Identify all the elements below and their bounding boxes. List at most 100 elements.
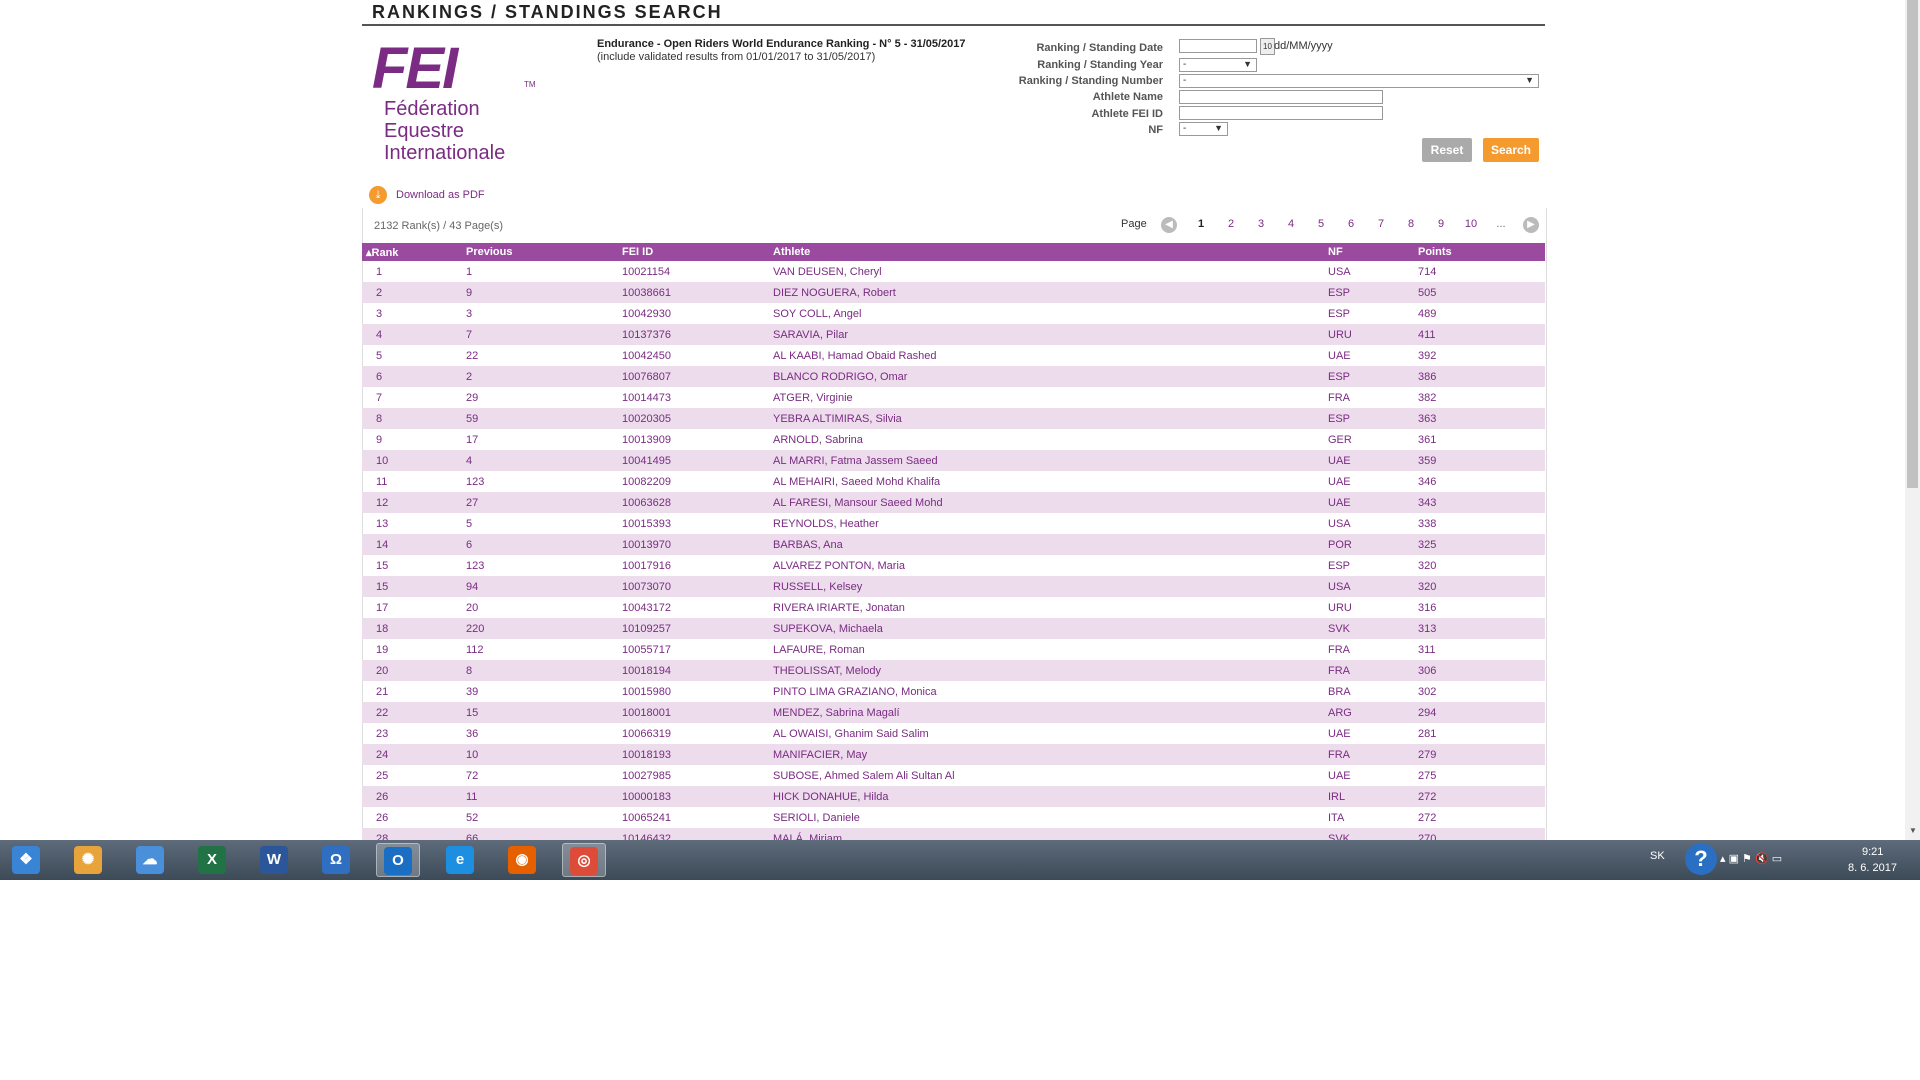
download-icon[interactable]: ⤓ xyxy=(369,186,387,204)
taskbar-chrome[interactable]: ◎ xyxy=(562,843,606,877)
table-row[interactable]: 26 52 10065241 SERIOLI, Daniele ITA 272 xyxy=(362,807,1545,828)
number-select[interactable]: - ▼ xyxy=(1179,74,1539,88)
page-10[interactable]: 10 xyxy=(1461,218,1481,230)
table-row[interactable]: 23 36 10066319 AL OWAISI, Ghanim Said Salim… xyxy=(362,723,1545,744)
taskbar-firefox[interactable]: ◉ xyxy=(500,843,544,877)
page-5[interactable]: 5 xyxy=(1311,218,1331,230)
prev-page-icon[interactable]: ◀ xyxy=(1161,217,1177,233)
start-button[interactable]: ❖ xyxy=(4,843,48,877)
nf-select[interactable]: - ▼ xyxy=(1179,122,1228,136)
cell-athlete[interactable]: DIEZ NOGUERA, Robert xyxy=(759,282,1314,303)
cell-athlete[interactable]: YEBRA ALTIMIRAS, Silvia xyxy=(759,408,1314,429)
page-6[interactable]: 6 xyxy=(1341,218,1361,230)
scroll-down-icon[interactable]: ▼ xyxy=(1909,826,1917,835)
cell-athlete[interactable]: AL FARESI, Mansour Saeed Mohd xyxy=(759,492,1314,513)
table-row[interactable]: 4 7 10137376 SARAVIA, Pilar URU 411 xyxy=(362,324,1545,345)
cell-athlete[interactable]: HICK DONAHUE, Hilda xyxy=(759,786,1314,807)
table-row[interactable]: 1 1 10021154 VAN DEUSEN, Cheryl USA 714 xyxy=(362,261,1545,282)
table-row[interactable]: 26 11 10000183 HICK DONAHUE, Hilda IRL 272 xyxy=(362,786,1545,807)
table-row[interactable]: 8 59 10020305 YEBRA ALTIMIRAS, Silvia ESP 363 xyxy=(362,408,1545,429)
table-row[interactable]: 21 39 10015980 PINTO LIMA GRAZIANO, Monica B… xyxy=(362,681,1545,702)
cell-athlete[interactable]: THEOLISSAT, Melody xyxy=(759,660,1314,681)
cell-athlete[interactable]: AL MARRI, Fatma Jassem Saeed xyxy=(759,450,1314,471)
page-4[interactable]: 4 xyxy=(1281,218,1301,230)
col-athlete[interactable]: Athlete xyxy=(759,243,1314,261)
page-2[interactable]: 2 xyxy=(1221,218,1241,230)
table-row[interactable]: 14 6 10013970 BARBAS, Ana POR 325 xyxy=(362,534,1545,555)
cell-athlete[interactable]: AL MEHAIRI, Saeed Mohd Khalifa xyxy=(759,471,1314,492)
taskbar-outlook[interactable]: O xyxy=(376,843,420,877)
table-row[interactable]: 20 8 10018194 THEOLISSAT, Melody FRA 306 xyxy=(362,660,1545,681)
cell-athlete[interactable]: SUBOSE, Ahmed Salem Ali Sultan Al xyxy=(759,765,1314,786)
page-1[interactable]: 1 xyxy=(1191,218,1211,230)
table-row[interactable]: 13 5 10015393 REYNOLDS, Heather USA 338 xyxy=(362,513,1545,534)
table-row[interactable]: 15 123 10017916 ALVAREZ PONTON, Maria ESP 320 xyxy=(362,555,1545,576)
cell-athlete[interactable]: BLANCO RODRIGO, Omar xyxy=(759,366,1314,387)
table-row[interactable]: 12 27 10063628 AL FARESI, Mansour Saeed Moh… xyxy=(362,492,1545,513)
table-row[interactable]: 22 15 10018001 MENDEZ, Sabrina Magalí ARG 294 xyxy=(362,702,1545,723)
fei-logo[interactable]: FEI TM Fédération Equestre International… xyxy=(372,40,552,170)
help-icon[interactable]: ? xyxy=(1685,843,1717,875)
table-row[interactable]: 24 10 10018193 MANIFACIER, May FRA 279 xyxy=(362,744,1545,765)
tray-icons[interactable]: ▴ ▣ ⚑ 🔇 ▭ xyxy=(1720,852,1782,865)
reset-button[interactable]: Reset xyxy=(1422,138,1472,162)
cell-athlete[interactable]: MENDEZ, Sabrina Magalí xyxy=(759,702,1314,723)
cell-athlete[interactable]: RUSSELL, Kelsey xyxy=(759,576,1314,597)
table-row[interactable]: 19 112 10055717 LAFAURE, Roman FRA 311 xyxy=(362,639,1545,660)
table-row[interactable]: 28 66 10146432 MALÁ, Miriam SVK 270 xyxy=(362,828,1545,840)
table-row[interactable]: 18 220 10109257 SUPEKOVA, Michaela SVK 313 xyxy=(362,618,1545,639)
cell-athlete[interactable]: SERIOLI, Daniele xyxy=(759,807,1314,828)
cell-athlete[interactable]: REYNOLDS, Heather xyxy=(759,513,1314,534)
cell-athlete[interactable]: AL OWAISI, Ghanim Said Salim xyxy=(759,723,1314,744)
cell-athlete[interactable]: RIVERA IRIARTE, Jonatan xyxy=(759,597,1314,618)
table-row[interactable]: 3 3 10042930 SOY COLL, Angel ESP 489 xyxy=(362,303,1545,324)
search-button[interactable]: Search xyxy=(1483,138,1539,162)
taskbar-app-1[interactable]: ✺ xyxy=(66,843,110,877)
taskbar-ie[interactable]: e xyxy=(438,843,482,877)
next-page-icon[interactable]: ▶ xyxy=(1523,217,1539,233)
page-9[interactable]: 9 xyxy=(1431,218,1451,230)
table-row[interactable]: 15 94 10073070 RUSSELL, Kelsey USA 320 xyxy=(362,576,1545,597)
taskbar-word[interactable]: W xyxy=(252,843,296,877)
col-nf[interactable]: NF xyxy=(1314,243,1404,261)
table-row[interactable]: 7 29 10014473 ATGER, Virginie FRA 382 xyxy=(362,387,1545,408)
cell-athlete[interactable]: AL KAABI, Hamad Obaid Rashed xyxy=(759,345,1314,366)
col-fei-id[interactable]: FEI ID xyxy=(608,243,759,261)
col-rank[interactable]: ▴Rank xyxy=(362,243,452,261)
taskbar-excel[interactable]: X xyxy=(190,843,234,877)
year-select[interactable]: - ▼ xyxy=(1179,58,1257,72)
cell-athlete[interactable]: MALÁ, Miriam xyxy=(759,828,1314,840)
table-row[interactable]: 25 72 10027985 SUBOSE, Ahmed Salem Ali Sult… xyxy=(362,765,1545,786)
taskbar-onedrive[interactable]: ☁ xyxy=(128,843,172,877)
col-previous[interactable]: Previous xyxy=(452,243,608,261)
cell-athlete[interactable]: SARAVIA, Pilar xyxy=(759,324,1314,345)
cell-athlete[interactable]: ATGER, Virginie xyxy=(759,387,1314,408)
page-7[interactable]: 7 xyxy=(1371,218,1391,230)
date-input[interactable] xyxy=(1179,39,1257,53)
clock-time[interactable]: 9:21 xyxy=(1862,846,1883,858)
language-indicator[interactable]: SK xyxy=(1650,850,1665,862)
calendar-icon[interactable]: 10 xyxy=(1260,38,1275,55)
col-points[interactable]: Points xyxy=(1404,243,1545,261)
table-row[interactable]: 11 123 10082209 AL MEHAIRI, Saeed Mohd Khal… xyxy=(362,471,1545,492)
page-ellipsis[interactable]: ... xyxy=(1491,218,1511,230)
table-row[interactable]: 17 20 10043172 RIVERA IRIARTE, Jonatan URU 31… xyxy=(362,597,1545,618)
taskbar-app-5[interactable]: Ω xyxy=(314,843,358,877)
cell-athlete[interactable]: ARNOLD, Sabrina xyxy=(759,429,1314,450)
cell-athlete[interactable]: VAN DEUSEN, Cheryl xyxy=(759,261,1314,282)
table-row[interactable]: 10 4 10041495 AL MARRI, Fatma Jassem Saeed U… xyxy=(362,450,1545,471)
athlete-id-input[interactable] xyxy=(1179,106,1383,120)
page-3[interactable]: 3 xyxy=(1251,218,1271,230)
table-row[interactable]: 2 9 10038661 DIEZ NOGUERA, Robert ESP 505 xyxy=(362,282,1545,303)
cell-athlete[interactable]: SOY COLL, Angel xyxy=(759,303,1314,324)
cell-athlete[interactable]: BARBAS, Ana xyxy=(759,534,1314,555)
table-row[interactable]: 9 17 10013909 ARNOLD, Sabrina GER 361 xyxy=(362,429,1545,450)
cell-athlete[interactable]: SUPEKOVA, Michaela xyxy=(759,618,1314,639)
table-row[interactable]: 6 2 10076807 BLANCO RODRIGO, Omar ESP 386 xyxy=(362,366,1545,387)
cell-athlete[interactable]: ALVAREZ PONTON, Maria xyxy=(759,555,1314,576)
cell-athlete[interactable]: MANIFACIER, May xyxy=(759,744,1314,765)
clock-date[interactable]: 8. 6. 2017 xyxy=(1848,862,1897,874)
table-row[interactable]: 5 22 10042450 AL KAABI, Hamad Obaid Rashed U… xyxy=(362,345,1545,366)
cell-athlete[interactable]: LAFAURE, Roman xyxy=(759,639,1314,660)
scrollbar-thumb[interactable] xyxy=(1907,0,1918,488)
